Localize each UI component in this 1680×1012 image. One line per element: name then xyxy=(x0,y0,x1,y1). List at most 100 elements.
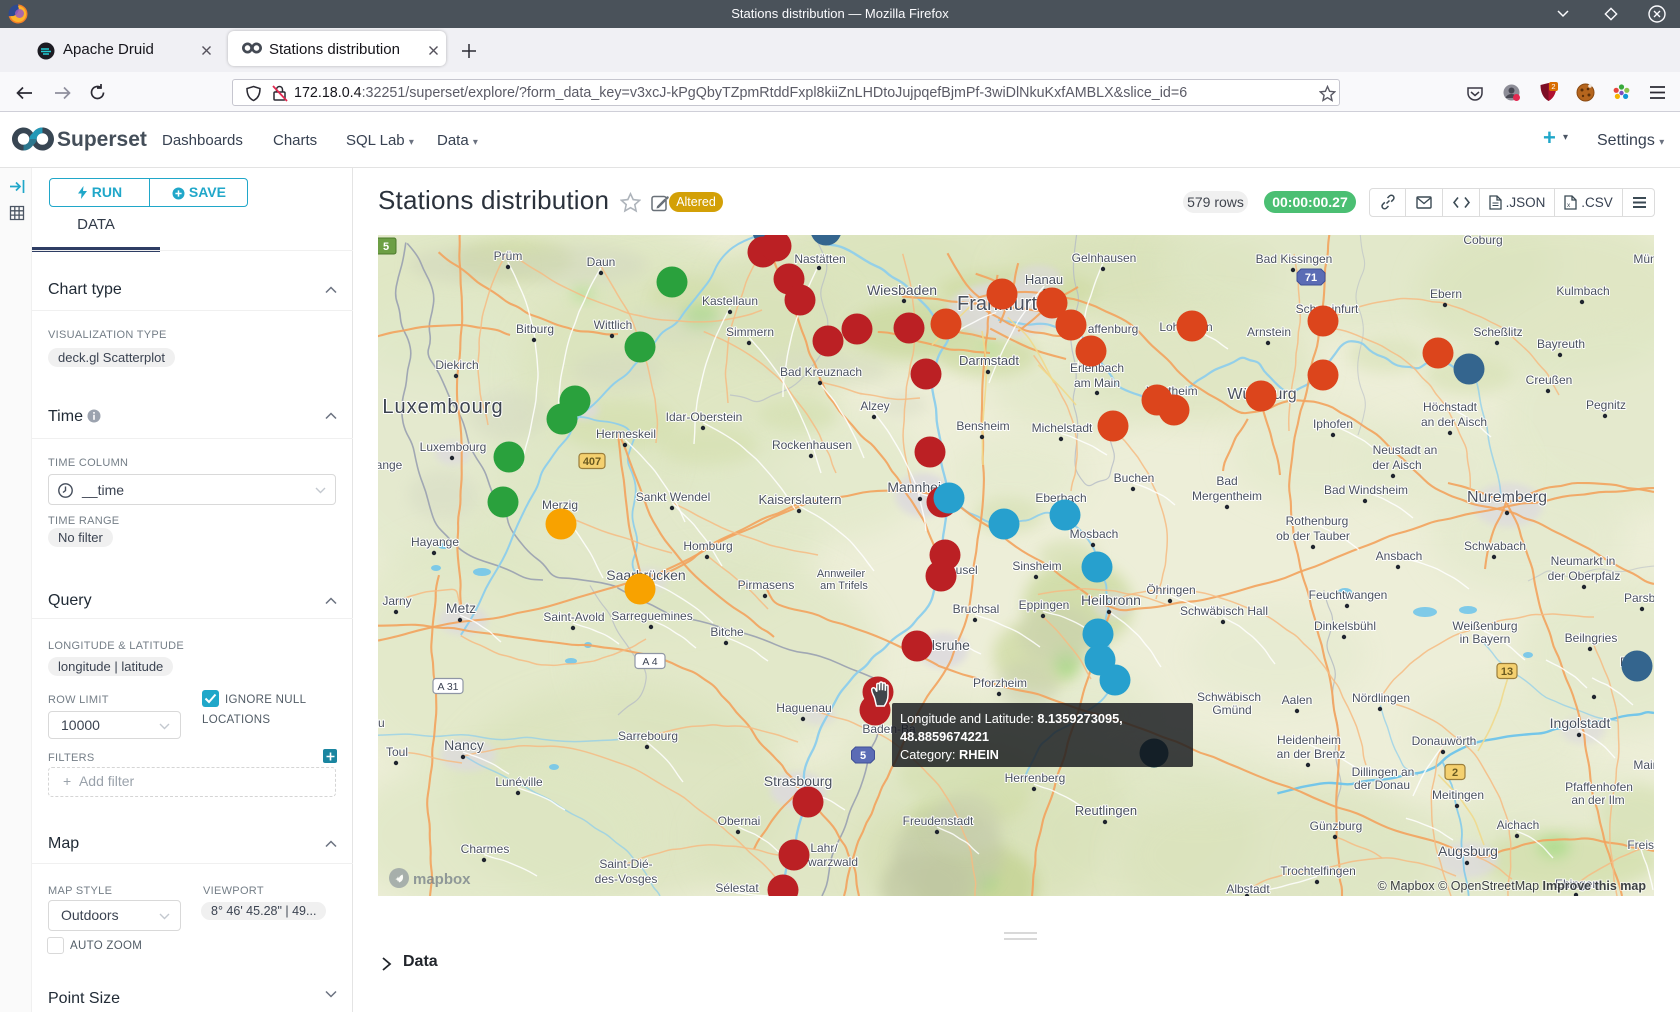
svg-text:Freudenstadt: Freudenstadt xyxy=(903,814,974,828)
svg-text:Neumarkt in: Neumarkt in xyxy=(1551,554,1616,568)
svg-text:Bensheim: Bensheim xyxy=(956,419,1009,433)
svg-text:affenburg: affenburg xyxy=(1088,322,1139,336)
svg-text:Dinkelsbühl: Dinkelsbühl xyxy=(1314,619,1376,633)
svg-text:an der Brenz: an der Brenz xyxy=(1277,747,1346,761)
svg-text:warzwald: warzwald xyxy=(807,855,858,869)
svg-text:Albstadt: Albstadt xyxy=(1226,882,1270,896)
svg-text:407: 407 xyxy=(583,456,601,468)
svg-text:A 4: A 4 xyxy=(642,656,657,668)
svg-text:Idar-Oberstein: Idar-Oberstein xyxy=(666,410,743,424)
svg-text:Bad: Bad xyxy=(1216,474,1237,488)
svg-text:Pirmasens: Pirmasens xyxy=(738,578,795,592)
svg-text:der Aisch: der Aisch xyxy=(1372,458,1421,472)
svg-text:Sinsheim: Sinsheim xyxy=(1012,559,1061,573)
svg-text:Bayreuth: Bayreuth xyxy=(1537,337,1585,351)
svg-text:5: 5 xyxy=(860,750,866,762)
svg-text:in Bayern: in Bayern xyxy=(1460,632,1511,646)
svg-text:Creußen: Creußen xyxy=(1526,373,1573,387)
svg-text:Aalen: Aalen xyxy=(1282,693,1313,707)
svg-text:Pforzheim: Pforzheim xyxy=(973,676,1027,690)
svg-text:Kastellaun: Kastellaun xyxy=(702,294,758,308)
svg-text:mapbox: mapbox xyxy=(413,871,471,888)
svg-text:Nancy: Nancy xyxy=(444,737,484,753)
svg-text:Höchstadt: Höchstadt xyxy=(1423,400,1478,414)
svg-text:Donauwörth: Donauwörth xyxy=(1412,734,1477,748)
svg-text:Öhringen: Öhringen xyxy=(1146,583,1195,597)
svg-text:13: 13 xyxy=(1501,666,1513,678)
svg-text:Bad Kissingen: Bad Kissingen xyxy=(1256,252,1333,266)
svg-text:Hanau: Hanau xyxy=(1025,272,1063,287)
svg-text:an der Ilm: an der Ilm xyxy=(1571,793,1624,807)
svg-text:Obernai: Obernai xyxy=(718,814,761,828)
svg-text:Rockenhausen: Rockenhausen xyxy=(772,438,852,452)
svg-text:Bad Windsheim: Bad Windsheim xyxy=(1324,483,1408,497)
svg-text:© Mapbox © OpenStreetMap Impro: © Mapbox © OpenStreetMap Improve this ma… xyxy=(1377,879,1646,893)
svg-text:Nördlingen: Nördlingen xyxy=(1352,691,1410,705)
svg-text:Charmes: Charmes xyxy=(461,842,510,856)
svg-text:Neustadt an: Neustadt an xyxy=(1373,443,1438,457)
svg-text:Prüm: Prüm xyxy=(494,249,523,263)
svg-text:Iphofen: Iphofen xyxy=(1313,417,1353,431)
svg-text:ob der Tauber: ob der Tauber xyxy=(1276,529,1350,543)
svg-text:Aichach: Aichach xyxy=(1497,818,1540,832)
svg-text:Trochtelfingen: Trochtelfingen xyxy=(1280,864,1356,878)
svg-text:Herrenberg: Herrenberg xyxy=(1005,771,1066,785)
svg-text:Daun: Daun xyxy=(587,255,616,269)
svg-text:Rothenburg: Rothenburg xyxy=(1286,514,1349,528)
svg-text:2: 2 xyxy=(1551,82,1555,91)
svg-text:an der Aisch: an der Aisch xyxy=(1421,415,1487,429)
svg-text:Bitburg: Bitburg xyxy=(516,322,554,336)
svg-text:Wittlich: Wittlich xyxy=(594,318,633,332)
svg-text:5: 5 xyxy=(383,241,389,253)
svg-text:Diekirch: Diekirch xyxy=(435,358,478,372)
svg-text:Coburg: Coburg xyxy=(1463,235,1502,247)
svg-text:Sélestat: Sélestat xyxy=(715,881,759,895)
svg-text:Kaiserslautern: Kaiserslautern xyxy=(758,492,841,507)
svg-text:am Main: am Main xyxy=(1074,376,1120,390)
svg-text:Arnstein: Arnstein xyxy=(1247,325,1291,339)
svg-text:71: 71 xyxy=(1305,272,1317,284)
svg-text:Augsburg: Augsburg xyxy=(1438,843,1498,859)
svg-text:Lunéville: Lunéville xyxy=(495,775,543,789)
svg-text:Lahr/: Lahr/ xyxy=(810,841,838,855)
svg-text:Toul: Toul xyxy=(386,745,408,759)
svg-text:48.8859674221: 48.8859674221 xyxy=(900,729,989,744)
svg-text:Metz: Metz xyxy=(446,600,476,616)
svg-text:Parsbe: Parsbe xyxy=(1624,591,1654,605)
svg-text:Meitingen: Meitingen xyxy=(1432,788,1484,802)
svg-text:Jarny: Jarny xyxy=(382,594,411,608)
svg-text:au: au xyxy=(378,716,385,730)
svg-text:Luxembourg: Luxembourg xyxy=(382,396,503,418)
svg-text:Nuremberg: Nuremberg xyxy=(1467,489,1547,506)
svg-text:Beilngries: Beilngries xyxy=(1565,631,1618,645)
svg-text:Pfaffenhofen: Pfaffenhofen xyxy=(1565,780,1633,794)
svg-text:Longitude and Latitude: 8.1359: Longitude and Latitude: 8.1359273095, xyxy=(900,711,1123,726)
svg-text:Category: RHEIN: Category: RHEIN xyxy=(900,747,999,762)
svg-text:Wiesbaden: Wiesbaden xyxy=(867,282,937,298)
svg-text:Bitche: Bitche xyxy=(710,625,744,639)
svg-text:der Donau: der Donau xyxy=(1354,778,1410,792)
svg-text:Simmern: Simmern xyxy=(726,325,774,339)
svg-text:Ansbach: Ansbach xyxy=(1376,549,1423,563)
svg-text:Sankt Wendel: Sankt Wendel xyxy=(636,490,711,504)
svg-text:Günzburg: Günzburg xyxy=(1310,819,1363,833)
svg-text:Freisi: Freisi xyxy=(1627,838,1654,852)
svg-text:Bruchsal: Bruchsal xyxy=(953,602,1000,616)
svg-text:des-Vosges: des-Vosges xyxy=(595,872,658,886)
svg-text:Mergentheim: Mergentheim xyxy=(1192,489,1262,503)
svg-text:Michelstadt: Michelstadt xyxy=(1032,421,1093,435)
svg-text:Scheßlitz: Scheßlitz xyxy=(1473,325,1522,339)
svg-text:Gmünd: Gmünd xyxy=(1212,703,1251,717)
svg-text:Luxembourg: Luxembourg xyxy=(420,440,487,454)
svg-text:Nastätten: Nastätten xyxy=(794,252,845,266)
svg-text:Eppingen: Eppingen xyxy=(1019,598,1070,612)
svg-text:Pegnitz: Pegnitz xyxy=(1586,398,1626,412)
svg-text:Saint-Avold: Saint-Avold xyxy=(543,610,604,624)
svg-text:Ingolstadt: Ingolstadt xyxy=(1550,715,1611,731)
svg-text:x: x xyxy=(1567,202,1571,209)
svg-text:Hermeskeil: Hermeskeil xyxy=(596,427,656,441)
svg-text:Kulmbach: Kulmbach xyxy=(1556,284,1609,298)
svg-text:Annweiler: Annweiler xyxy=(817,568,866,580)
svg-text:Haguenau: Haguenau xyxy=(776,701,831,715)
svg-text:Dillingen an: Dillingen an xyxy=(1352,765,1415,779)
